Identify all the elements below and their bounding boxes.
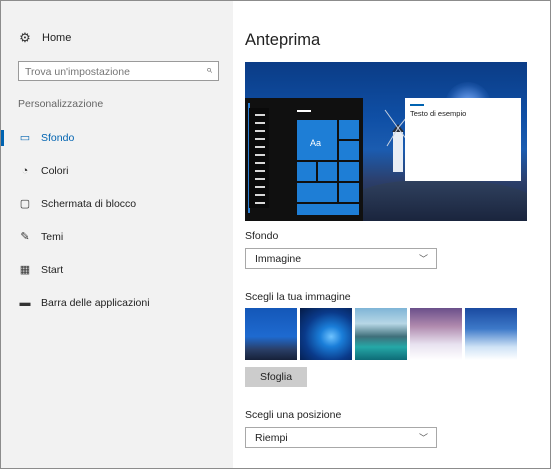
start-icon: ▦ (19, 264, 31, 276)
sidebar-item-temi[interactable]: ✎ Temi (1, 220, 233, 253)
brush-icon: ✎ (20, 231, 30, 243)
home-link[interactable]: ⚙ Home (18, 30, 71, 46)
gear-icon: ⚙ (19, 30, 31, 45)
search-input[interactable] (19, 63, 206, 81)
position-value: Riempi (255, 432, 288, 444)
thumbnail-windmills[interactable] (245, 308, 297, 360)
picture-icon: ▭ (19, 132, 31, 144)
sidebar-item-label: Schermata di blocco (41, 197, 137, 210)
preview-tile-header (297, 110, 311, 112)
sidebar-item-label: Sfondo (41, 131, 75, 144)
preview-tiles: Aa (297, 120, 361, 215)
sidebar-item-barra-delle-applicazioni[interactable]: ▬ Barra delle applicazioni (1, 286, 233, 319)
taskbar-icon: ▬ (19, 296, 31, 309)
choose-image-label: Scegli la tua immagine (245, 291, 351, 303)
preview-tile-label: Aa (310, 138, 322, 148)
preview-rocks (355, 180, 527, 221)
preview-window-accent (410, 104, 424, 106)
palette-icon: ◔ (21, 164, 29, 177)
background-dropdown[interactable]: Immagine ﹀ (245, 248, 437, 269)
thumbnail-winter-dusk[interactable] (410, 308, 462, 360)
nav-list: ▭ Sfondo ◔ Colori ▢ Schermata di blocco … (1, 121, 233, 319)
browse-button[interactable]: Sfoglia (245, 367, 307, 387)
sidebar: ⚙ Home ⌕ Personalizzazione ▭ Sfondo ◔ Co… (1, 1, 233, 468)
background-value: Immagine (255, 253, 302, 265)
thumbnail-snow-town[interactable] (465, 308, 517, 360)
section-title: Personalizzazione (18, 98, 104, 110)
thumbnail-windows-light[interactable] (300, 308, 352, 360)
background-label: Sfondo (245, 230, 279, 242)
chevron-down-icon: ﹀ (418, 254, 428, 264)
sidebar-item-label: Barra delle applicazioni (41, 296, 150, 309)
sidebar-item-label: Temi (41, 230, 64, 243)
search-box[interactable]: ⌕ (18, 61, 219, 81)
sidebar-item-label: Start (41, 263, 64, 276)
thumbnail-lake[interactable] (355, 308, 407, 360)
position-dropdown[interactable]: Riempi ﹀ (245, 427, 437, 448)
home-label: Home (42, 32, 72, 44)
sidebar-item-start[interactable]: ▦ Start (1, 253, 233, 286)
chevron-down-icon: ﹀ (418, 433, 428, 443)
sidebar-item-colori[interactable]: ◔ Colori (1, 154, 233, 187)
preview-window: Testo di esempio (405, 98, 521, 181)
preview-app-list (249, 108, 269, 208)
lockscreen-icon: ▢ (19, 198, 31, 210)
search-icon[interactable]: ⌕ (206, 64, 212, 77)
position-label: Scegli una posizione (245, 409, 342, 421)
page-title: Anteprima (245, 31, 321, 49)
image-thumbnails (245, 308, 520, 360)
sidebar-item-schermata-di-blocco[interactable]: ▢ Schermata di blocco (1, 187, 233, 220)
sidebar-item-sfondo[interactable]: ▭ Sfondo (1, 121, 233, 154)
preview-image: Aa Testo di esempio (245, 62, 527, 221)
preview-window-text: Testo di esempio (410, 109, 467, 118)
preview-start-menu: Aa (245, 98, 363, 221)
settings-window: ⚙ Home ⌕ Personalizzazione ▭ Sfondo ◔ Co… (0, 0, 551, 469)
sidebar-item-label: Colori (41, 164, 69, 177)
